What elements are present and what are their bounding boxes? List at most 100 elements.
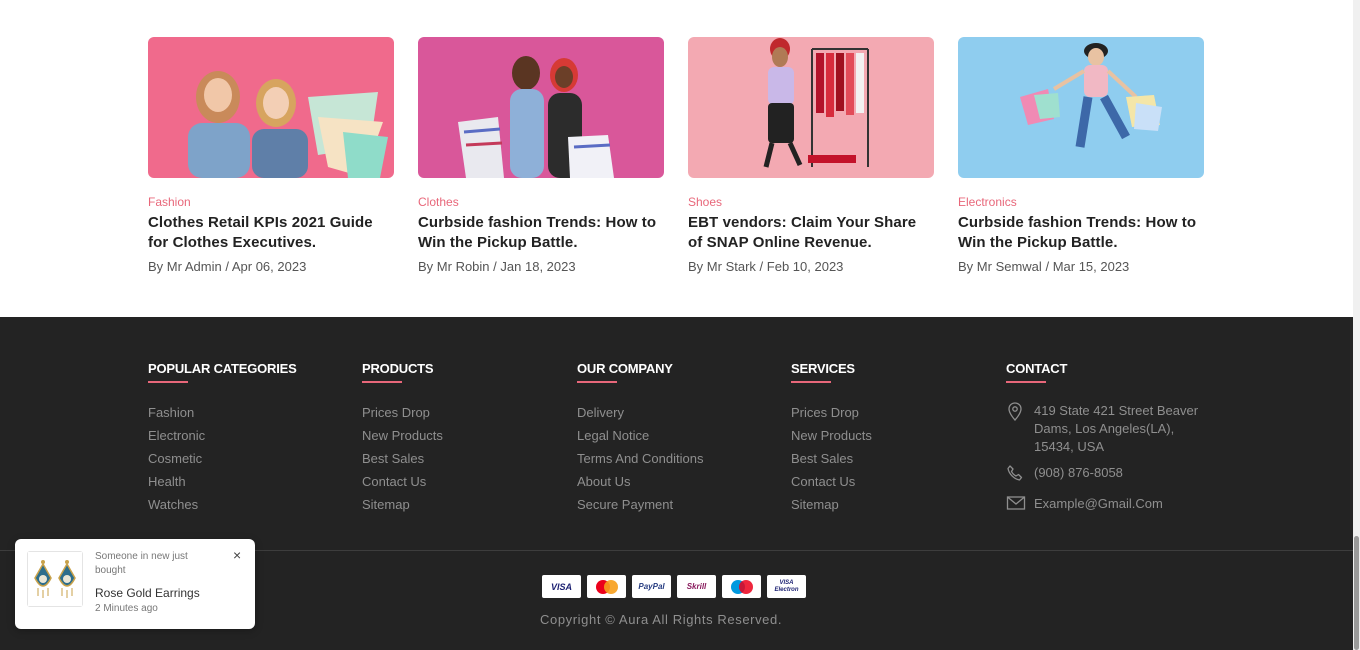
blog-by: By	[148, 259, 164, 274]
blog-by: By	[418, 259, 434, 274]
blog-date: Feb 10, 2023	[766, 259, 844, 274]
footer-contact: CONTACT 419 State 421 Street Beaver Dams…	[1006, 361, 1206, 524]
blog-image[interactable]	[688, 37, 934, 178]
paypal-icon: PayPal	[632, 575, 671, 598]
blog-date: Apr 06, 2023	[231, 259, 307, 274]
blog-category[interactable]: Electronics	[958, 195, 1204, 209]
footer-link[interactable]: Best Sales	[791, 447, 872, 470]
mail-icon	[1006, 495, 1026, 516]
visa-label: VISA	[550, 581, 572, 592]
footer-link[interactable]: New Products	[362, 424, 443, 447]
blog-separator: /	[759, 259, 764, 274]
footer-link[interactable]: Health	[148, 470, 297, 493]
heading-underline	[791, 381, 831, 383]
blog-meta: By Mr Stark / Feb 10, 2023	[688, 259, 934, 275]
visa-electron-label: VISA Electron	[774, 579, 799, 593]
blog-section: Fashion Clothes Retail KPIs 2021 Guide f…	[0, 0, 1353, 317]
blog-category[interactable]: Shoes	[688, 195, 934, 209]
scrollbar-thumb[interactable]	[1354, 536, 1359, 650]
footer-link[interactable]: Delivery	[577, 401, 703, 424]
payment-methods: VISA PayPal Skrill VISA Electron	[542, 575, 806, 598]
footer-our-company: OUR COMPANY Delivery Legal Notice Terms …	[577, 361, 703, 516]
heading-underline	[1006, 381, 1046, 383]
blog-by: By	[958, 259, 974, 274]
blog-meta: By Mr Admin / Apr 06, 2023	[148, 259, 394, 275]
address-text: 419 State 421 Street Beaver Dams, Los An…	[1034, 403, 1199, 454]
footer-link[interactable]: Prices Drop	[362, 401, 443, 424]
blog-category[interactable]: Fashion	[148, 195, 394, 209]
footer-heading: CONTACT	[1006, 361, 1068, 376]
blog-author[interactable]: Mr Semwal	[977, 259, 1042, 274]
footer-link[interactable]: Electronic	[148, 424, 297, 447]
blog-category[interactable]: Clothes	[418, 195, 664, 209]
toast-time: 2 Minutes ago	[95, 603, 158, 614]
footer-services: SERVICES Prices Drop New Products Best S…	[791, 361, 872, 516]
footer-link[interactable]: Sitemap	[362, 493, 443, 516]
blog-by: By	[688, 259, 704, 274]
skrill-icon: Skrill	[677, 575, 716, 598]
blog-card[interactable]: Electronics Curbside fashion Trends: How…	[958, 37, 1204, 275]
contact-phone[interactable]: (908) 876-8058	[1006, 464, 1206, 487]
blog-separator: /	[1045, 259, 1050, 274]
phone-text[interactable]: (908) 876-8058	[1034, 464, 1123, 482]
contact-address: 419 State 421 Street Beaver Dams, Los An…	[1006, 402, 1206, 456]
footer-link[interactable]: Legal Notice	[577, 424, 703, 447]
footer-link[interactable]: Secure Payment	[577, 493, 703, 516]
blog-title[interactable]: EBT vendors: Claim Your Share of SNAP On…	[688, 213, 934, 253]
footer-link[interactable]: Prices Drop	[791, 401, 872, 424]
blog-separator: /	[225, 259, 229, 274]
mastercard-icon	[587, 575, 626, 598]
blog-title[interactable]: Curbside fashion Trends: How to Win the …	[958, 213, 1204, 253]
toast-product-name[interactable]: Rose Gold Earrings	[95, 586, 200, 600]
page-scrollbar[interactable]	[1353, 0, 1360, 650]
blog-image[interactable]	[148, 37, 394, 178]
blog-meta: By Mr Robin / Jan 18, 2023	[418, 259, 664, 275]
blog-card[interactable]: Shoes EBT vendors: Claim Your Share of S…	[688, 37, 934, 275]
blog-image[interactable]	[418, 37, 664, 178]
blog-title[interactable]: Clothes Retail KPIs 2021 Guide for Cloth…	[148, 213, 394, 253]
footer-link[interactable]: New Products	[791, 424, 872, 447]
paypal-label: PayPal	[638, 582, 665, 591]
blog-card[interactable]: Fashion Clothes Retail KPIs 2021 Guide f…	[148, 37, 394, 275]
footer-link[interactable]: Cosmetic	[148, 447, 297, 470]
copyright-text: Copyright © Aura All Rights Reserved.	[540, 612, 783, 627]
blog-date: Jan 18, 2023	[500, 259, 576, 274]
skrill-label: Skrill	[686, 582, 707, 591]
email-text[interactable]: Example@Gmail.Com	[1034, 495, 1163, 513]
footer-heading: OUR COMPANY	[577, 361, 673, 376]
blog-separator: /	[493, 259, 497, 274]
footer-link[interactable]: Contact Us	[362, 470, 443, 493]
blog-card[interactable]: Clothes Curbside fashion Trends: How to …	[418, 37, 664, 275]
footer-link[interactable]: Contact Us	[791, 470, 872, 493]
heading-underline	[362, 381, 402, 383]
blog-title[interactable]: Curbside fashion Trends: How to Win the …	[418, 213, 664, 253]
heading-underline	[148, 381, 188, 383]
blog-date: Mar 15, 2023	[1052, 259, 1130, 274]
visa-electron-icon: VISA Electron	[767, 575, 806, 598]
footer-link[interactable]: Best Sales	[362, 447, 443, 470]
footer-products: PRODUCTS Prices Drop New Products Best S…	[362, 361, 443, 516]
recent-purchase-toast[interactable]: Someone in new just bought Rose Gold Ear…	[15, 539, 255, 629]
blog-author[interactable]: Mr Admin	[167, 259, 222, 274]
footer-link[interactable]: Terms And Conditions	[577, 447, 703, 470]
contact-email[interactable]: Example@Gmail.Com	[1006, 495, 1206, 516]
maestro-icon	[722, 575, 761, 598]
phone-icon	[1006, 464, 1026, 487]
footer-popular-categories: POPULAR CATEGORIES Fashion Electronic Co…	[148, 361, 297, 516]
toast-subtitle: Someone in new just bought	[95, 551, 188, 576]
blog-author[interactable]: Mr Stark	[707, 259, 756, 274]
visa-icon: VISA	[542, 575, 581, 598]
heading-underline	[577, 381, 617, 383]
close-icon[interactable]: ×	[233, 547, 241, 563]
footer-heading: SERVICES	[791, 361, 855, 376]
blog-image[interactable]	[958, 37, 1204, 178]
footer-link[interactable]: Sitemap	[791, 493, 872, 516]
footer-link[interactable]: Watches	[148, 493, 297, 516]
footer-link[interactable]: About Us	[577, 470, 703, 493]
blog-author[interactable]: Mr Robin	[437, 259, 490, 274]
earrings-product-image[interactable]	[27, 551, 83, 607]
footer-heading: POPULAR CATEGORIES	[148, 361, 297, 376]
blog-meta: By Mr Semwal / Mar 15, 2023	[958, 259, 1204, 275]
footer-link[interactable]: Fashion	[148, 401, 297, 424]
footer-heading: PRODUCTS	[362, 361, 434, 376]
